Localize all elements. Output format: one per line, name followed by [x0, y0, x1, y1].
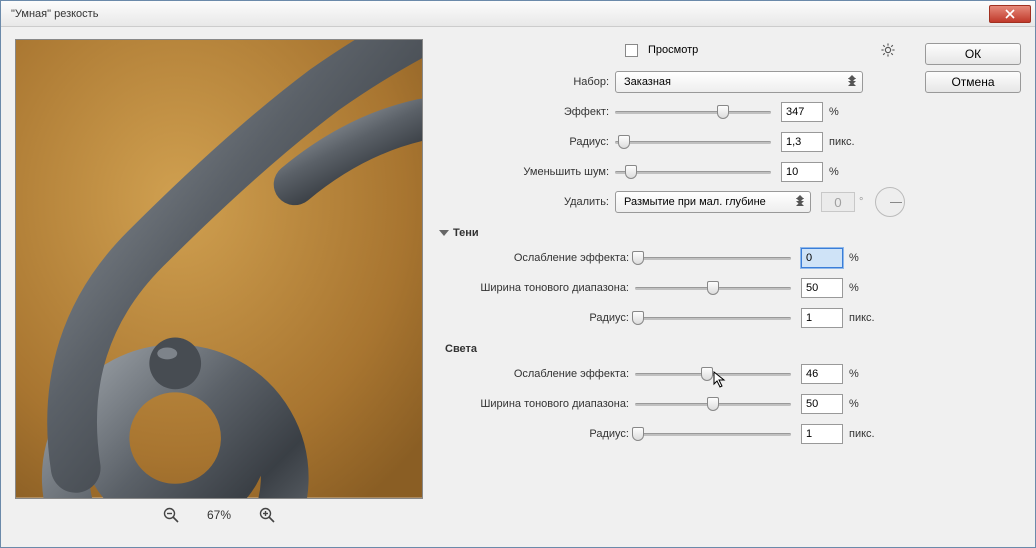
window-close-button[interactable] [989, 5, 1031, 23]
radius-unit: пикс. [823, 136, 861, 148]
highlights-radius-unit: пикс. [843, 428, 881, 440]
highlights-fade-label: Ослабление эффекта: [441, 368, 635, 380]
zoom-controls: 67% [15, 507, 423, 523]
shadows-tonal-input[interactable] [801, 278, 843, 298]
slider-thumb[interactable] [632, 427, 644, 441]
amount-label: Эффект: [441, 106, 615, 118]
remove-select[interactable]: Размытие при мал. глубине [615, 191, 811, 213]
shadows-radius-row: Радиус: пикс. [441, 303, 907, 333]
radius-row: Радиус: пикс. [441, 127, 907, 157]
noise-slider[interactable] [615, 163, 771, 181]
gear-icon[interactable] [881, 43, 895, 57]
remove-row: Удалить: Размытие при мал. глубине ° [441, 187, 907, 217]
action-column: ОК Отмена [925, 39, 1021, 537]
zoom-in-icon[interactable] [259, 507, 275, 523]
highlights-fade-unit: % [843, 368, 881, 380]
amount-row: Эффект: % [441, 97, 907, 127]
highlights-radius-row: Радиус: пикс. [441, 419, 907, 449]
highlights-title: Света [445, 343, 477, 355]
preview-image[interactable] [15, 39, 423, 499]
radius-slider[interactable] [615, 133, 771, 151]
highlights-fade-row: Ослабление эффекта: % [441, 359, 907, 389]
preset-label: Набор: [441, 76, 615, 88]
shadows-tonal-row: Ширина тонового диапазона: % [441, 273, 907, 303]
degree-symbol: ° [855, 196, 867, 208]
window-title: "Умная" резкость [5, 8, 989, 20]
shadows-title: Тени [453, 227, 479, 239]
remove-value: Размытие при мал. глубине [624, 196, 766, 208]
slider-thumb[interactable] [618, 135, 630, 149]
highlights-radius-label: Радиус: [441, 428, 635, 440]
highlights-fade-input[interactable] [801, 364, 843, 384]
disclosure-icon[interactable] [439, 230, 449, 236]
shadows-header: Тени [441, 227, 907, 239]
preview-column: 67% [15, 39, 423, 537]
titlebar: "Умная" резкость [1, 1, 1035, 27]
settings-column: Просмотр Набор: Заказная [441, 39, 907, 537]
remove-label: Удалить: [441, 196, 615, 208]
cancel-button[interactable]: Отмена [925, 71, 1021, 93]
slider-thumb[interactable] [701, 367, 713, 381]
top-row: Просмотр [441, 43, 907, 57]
select-arrows-icon [848, 75, 856, 85]
shadows-fade-input[interactable] [801, 248, 843, 268]
ok-button[interactable]: ОК [925, 43, 1021, 65]
amount-unit: % [823, 106, 861, 118]
shadows-fade-unit: % [843, 252, 881, 264]
shadows-tonal-label: Ширина тонового диапазона: [441, 282, 635, 294]
highlights-tonal-unit: % [843, 398, 881, 410]
noise-unit: % [823, 166, 861, 178]
highlights-fade-slider[interactable] [635, 365, 791, 383]
amount-input[interactable] [781, 102, 823, 122]
highlights-header: Света [445, 343, 907, 355]
select-arrows-icon [796, 195, 804, 205]
highlights-radius-input[interactable] [801, 424, 843, 444]
shadows-tonal-slider[interactable] [635, 279, 791, 297]
highlights-tonal-row: Ширина тонового диапазона: % [441, 389, 907, 419]
shadows-radius-label: Радиус: [441, 312, 635, 324]
highlights-tonal-slider[interactable] [635, 395, 791, 413]
noise-row: Уменьшить шум: % [441, 157, 907, 187]
zoom-level: 67% [207, 508, 231, 522]
slider-thumb[interactable] [625, 165, 637, 179]
slider-thumb[interactable] [707, 281, 719, 295]
zoom-out-icon[interactable] [163, 507, 179, 523]
highlights-tonal-input[interactable] [801, 394, 843, 414]
highlights-radius-slider[interactable] [635, 425, 791, 443]
preview-label: Просмотр [648, 44, 698, 56]
slider-thumb[interactable] [717, 105, 729, 119]
amount-slider[interactable] [615, 103, 771, 121]
dialog-window: "Умная" резкость [0, 0, 1036, 548]
highlights-tonal-label: Ширина тонового диапазона: [441, 398, 635, 410]
shadows-tonal-unit: % [843, 282, 881, 294]
angle-dial [875, 187, 905, 217]
slider-thumb[interactable] [707, 397, 719, 411]
preset-select[interactable]: Заказная [615, 71, 863, 93]
angle-input [821, 192, 855, 212]
slider-thumb[interactable] [632, 311, 644, 325]
dialog-body: 67% Просмотр [1, 27, 1035, 547]
shadows-radius-input[interactable] [801, 308, 843, 328]
noise-input[interactable] [781, 162, 823, 182]
preview-content [16, 40, 422, 498]
shadows-fade-label: Ослабление эффекта: [441, 252, 635, 264]
radius-input[interactable] [781, 132, 823, 152]
shadows-radius-unit: пикс. [843, 312, 881, 324]
shadows-fade-slider[interactable] [635, 249, 791, 267]
preset-value: Заказная [624, 76, 671, 88]
shadows-radius-slider[interactable] [635, 309, 791, 327]
slider-thumb[interactable] [632, 251, 644, 265]
radius-label: Радиус: [441, 136, 615, 148]
close-icon [1005, 9, 1015, 19]
preview-checkbox[interactable] [625, 44, 638, 57]
noise-label: Уменьшить шум: [441, 166, 615, 178]
preset-row: Набор: Заказная [441, 67, 907, 97]
shadows-fade-row: Ослабление эффекта: % [441, 243, 907, 273]
